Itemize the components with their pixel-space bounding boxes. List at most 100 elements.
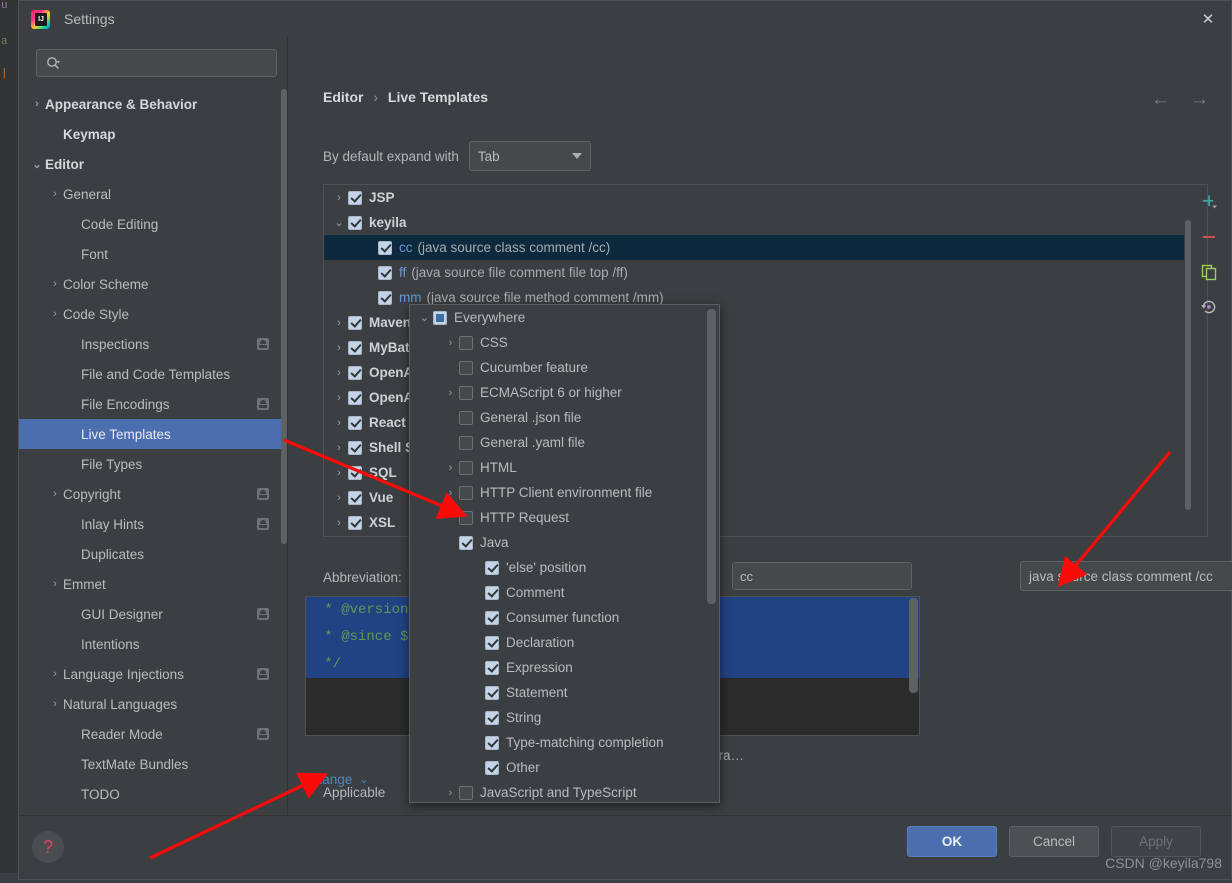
template-checkbox[interactable] xyxy=(348,440,362,455)
copy-template-button[interactable] xyxy=(1189,254,1229,289)
template-checkbox[interactable] xyxy=(348,490,362,505)
context-checkbox[interactable] xyxy=(459,335,473,350)
sidebar-item-file-and-code-templates[interactable]: File and Code Templates xyxy=(19,359,287,389)
template-row[interactable]: ff (java source file comment file top /ff… xyxy=(324,260,1184,285)
context-item[interactable]: Comment xyxy=(410,580,719,605)
context-item[interactable]: › HTML xyxy=(410,455,719,480)
chevron-right-icon[interactable]: › xyxy=(47,578,63,590)
add-template-button[interactable] xyxy=(1189,184,1229,219)
template-checkbox[interactable] xyxy=(348,415,362,430)
template-checkbox[interactable] xyxy=(348,315,362,330)
sidebar-item-textmate-bundles[interactable]: TextMate Bundles xyxy=(19,749,287,779)
context-checkbox[interactable] xyxy=(459,410,473,425)
abbreviation-input[interactable] xyxy=(732,562,912,590)
context-checkbox[interactable] xyxy=(485,685,499,700)
context-item[interactable]: String xyxy=(410,705,719,730)
forward-arrow-icon[interactable]: → xyxy=(1190,89,1209,111)
chevron-right-icon[interactable]: › xyxy=(442,337,459,349)
chevron-right-icon[interactable]: › xyxy=(330,442,348,454)
sidebar-item-color-scheme[interactable]: › Color Scheme xyxy=(19,269,287,299)
context-checkbox[interactable] xyxy=(485,735,499,750)
back-arrow-icon[interactable]: ← xyxy=(1151,89,1170,111)
template-checkbox[interactable] xyxy=(348,215,362,230)
context-item[interactable]: ⌄ Everywhere xyxy=(410,305,719,330)
search-input[interactable] xyxy=(66,55,256,71)
context-item[interactable]: 'else' position xyxy=(410,555,719,580)
context-checkbox[interactable] xyxy=(459,435,473,450)
chevron-right-icon[interactable]: › xyxy=(29,98,45,110)
chevron-right-icon[interactable]: › xyxy=(330,467,348,479)
context-checkbox[interactable] xyxy=(459,485,473,500)
chevron-right-icon[interactable]: › xyxy=(47,278,63,290)
breadcrumb-parent[interactable]: Editor xyxy=(323,89,363,105)
context-item[interactable]: › JavaScript and TypeScript xyxy=(410,780,719,802)
sidebar-item-reader-mode[interactable]: Reader Mode xyxy=(19,719,287,749)
sidebar-item-emmet[interactable]: › Emmet xyxy=(19,569,287,599)
sidebar-item-copyright[interactable]: › Copyright xyxy=(19,479,287,509)
context-checkbox[interactable] xyxy=(459,460,473,475)
chevron-right-icon[interactable]: › xyxy=(47,698,63,710)
context-item[interactable]: Statement xyxy=(410,680,719,705)
context-selection-popup[interactable]: ⌄ Everywhere › CSS Cucumber feature › ECMAScri… xyxy=(409,304,720,803)
sidebar-item-natural-languages[interactable]: › Natural Languages xyxy=(19,689,287,719)
template-checkbox[interactable] xyxy=(348,190,362,205)
search-input-wrapper[interactable] xyxy=(36,49,277,77)
template-checkbox[interactable] xyxy=(348,390,362,405)
chevron-right-icon[interactable]: › xyxy=(47,188,63,200)
template-checkbox[interactable] xyxy=(348,365,362,380)
sidebar-item-live-templates[interactable]: Live Templates xyxy=(19,419,287,449)
template-checkbox[interactable] xyxy=(378,290,392,305)
apply-button[interactable]: Apply xyxy=(1111,826,1201,857)
ok-button[interactable]: OK xyxy=(907,826,997,857)
sidebar-item-gui-designer[interactable]: GUI Designer xyxy=(19,599,287,629)
chevron-right-icon[interactable]: › xyxy=(330,317,348,329)
sidebar-item-general[interactable]: › General xyxy=(19,179,287,209)
close-icon[interactable]: ✕ xyxy=(1185,1,1231,37)
template-row[interactable]: ⌄ keyila xyxy=(324,210,1184,235)
chevron-right-icon[interactable]: › xyxy=(47,668,63,680)
change-context-link[interactable]: Change ⌄ xyxy=(305,772,369,787)
sidebar-item-inspections[interactable]: Inspections xyxy=(19,329,287,359)
context-tree[interactable]: ⌄ Everywhere › CSS Cucumber feature › ECMAScri… xyxy=(410,305,719,802)
context-checkbox[interactable] xyxy=(459,360,473,375)
context-item[interactable]: HTTP Request xyxy=(410,505,719,530)
chevron-right-icon[interactable]: › xyxy=(330,342,348,354)
chevron-right-icon[interactable]: › xyxy=(442,787,459,799)
chevron-right-icon[interactable]: › xyxy=(330,192,348,204)
template-checkbox[interactable] xyxy=(348,340,362,355)
context-checkbox[interactable] xyxy=(433,310,447,325)
context-item[interactable]: Expression xyxy=(410,655,719,680)
sidebar-item-todo[interactable]: TODO xyxy=(19,779,287,809)
context-item[interactable]: Consumer function xyxy=(410,605,719,630)
sidebar-item-font[interactable]: Font xyxy=(19,239,287,269)
chevron-down-icon[interactable]: ⌄ xyxy=(416,311,433,324)
default-expand-select[interactable]: Tab xyxy=(468,141,591,171)
chevron-right-icon[interactable]: › xyxy=(47,488,63,500)
template-checkbox[interactable] xyxy=(378,240,392,255)
context-checkbox[interactable] xyxy=(459,510,473,525)
help-button[interactable]: ? xyxy=(32,831,64,863)
editor-scrollbar-thumb[interactable] xyxy=(909,598,918,693)
chevron-right-icon[interactable]: › xyxy=(330,417,348,429)
chevron-down-icon[interactable]: ⌄ xyxy=(29,158,45,171)
context-item[interactable]: Other xyxy=(410,755,719,780)
chevron-right-icon[interactable]: › xyxy=(330,517,348,529)
context-checkbox[interactable] xyxy=(459,385,473,400)
context-checkbox[interactable] xyxy=(485,760,499,775)
template-row[interactable]: › JSP xyxy=(324,185,1184,210)
chevron-right-icon[interactable]: › xyxy=(330,392,348,404)
chevron-down-icon[interactable]: ⌄ xyxy=(330,216,348,229)
chevron-right-icon[interactable]: › xyxy=(47,308,63,320)
chevron-right-icon[interactable]: › xyxy=(442,487,459,499)
cancel-button[interactable]: Cancel xyxy=(1009,826,1099,857)
sidebar-item-code-style[interactable]: › Code Style xyxy=(19,299,287,329)
template-checkbox[interactable] xyxy=(348,515,362,530)
template-row[interactable]: cc (java source class comment /cc) xyxy=(324,235,1184,260)
sidebar-item-file-encodings[interactable]: File Encodings xyxy=(19,389,287,419)
context-item[interactable]: › CSS xyxy=(410,330,719,355)
context-item[interactable]: Type-matching completion xyxy=(410,730,719,755)
context-item[interactable]: Declaration xyxy=(410,630,719,655)
sidebar-item-duplicates[interactable]: Duplicates xyxy=(19,539,287,569)
sidebar-item-editor[interactable]: ⌄ Editor xyxy=(19,149,287,179)
sidebar-item-code-editing[interactable]: Code Editing xyxy=(19,209,287,239)
